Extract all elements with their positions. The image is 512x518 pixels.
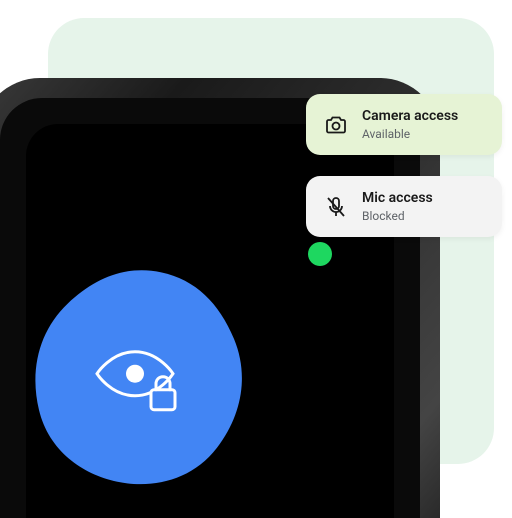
mic-chip-text: Mic access Blocked [362, 190, 433, 223]
mic-access-chip[interactable]: Mic access Blocked [306, 176, 502, 237]
privacy-indicator-dot [308, 242, 332, 266]
camera-access-chip[interactable]: Camera access Available [306, 94, 502, 155]
camera-chip-text: Camera access Available [362, 108, 458, 141]
privacy-blob [24, 262, 254, 492]
mic-chip-title: Mic access [362, 190, 433, 207]
camera-chip-title: Camera access [362, 108, 458, 125]
mic-chip-subtitle: Blocked [362, 209, 433, 223]
camera-chip-subtitle: Available [362, 127, 458, 141]
eye-lock-icon [93, 346, 185, 414]
mic-off-icon [324, 195, 348, 219]
camera-icon [324, 113, 348, 137]
